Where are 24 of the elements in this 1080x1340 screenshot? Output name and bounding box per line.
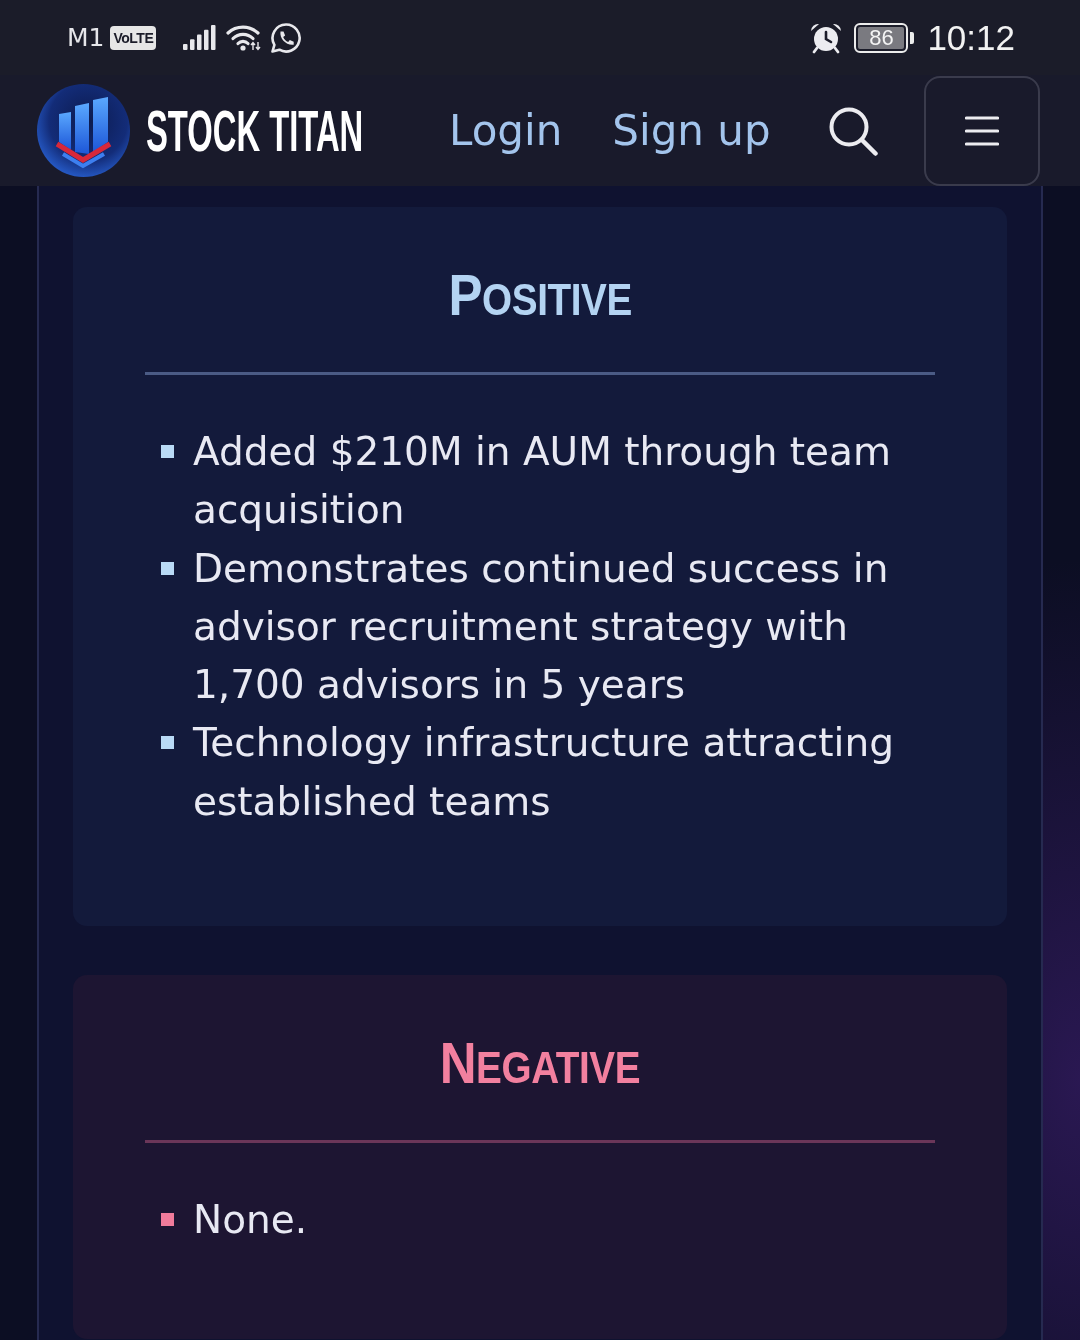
- signal-icon: [183, 25, 218, 50]
- bullet-icon: [161, 445, 174, 458]
- list-item-text: Technology infrastructure attracting established teams: [193, 719, 895, 826]
- clock-time: 10:12: [927, 17, 1015, 58]
- list-item-text: Demonstrates continued success in advisor recruitment strategy with 1,700 advisors in 5 years: [193, 544, 890, 710]
- section-title: POSITIVE: [448, 262, 632, 329]
- bullet-icon: [161, 1213, 174, 1227]
- alarm-clock-icon: [809, 21, 844, 54]
- carrier-label: M1: [67, 22, 105, 53]
- search-icon[interactable]: [827, 105, 878, 156]
- list-item-text: None.: [193, 1196, 309, 1245]
- nav-link[interactable]: Sign up: [612, 105, 771, 156]
- section-title: NEGATIVE: [439, 1030, 641, 1098]
- nav-link[interactable]: Login: [449, 105, 563, 156]
- bullet-icon: [161, 561, 174, 575]
- list-item-text: Added $210M in AUM through team acquisition: [193, 428, 892, 535]
- network-badge: VoLTE: [110, 25, 157, 50]
- logo-icon: [37, 84, 130, 177]
- wifi-icon: [226, 24, 263, 51]
- chat-phone-icon: [270, 21, 303, 54]
- brand-name[interactable]: STOCK TITAN: [146, 99, 364, 162]
- bullet-icon: [161, 736, 174, 750]
- battery-indicator: 86: [854, 22, 915, 53]
- menu-icon: [964, 116, 999, 146]
